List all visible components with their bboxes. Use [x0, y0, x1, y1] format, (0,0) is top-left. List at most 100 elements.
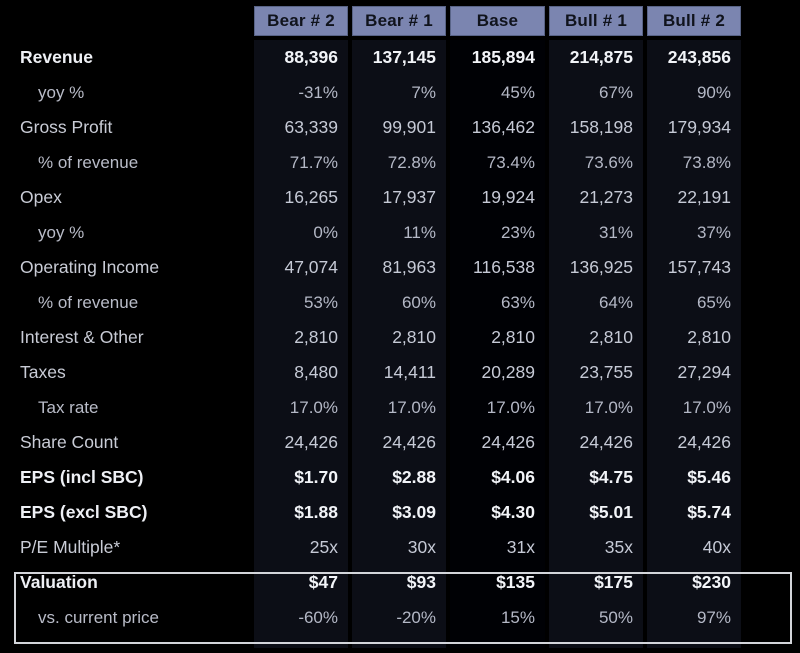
table-cell: 37% — [696, 222, 731, 242]
table-cell: 214,875 — [569, 47, 633, 67]
table-cell: 17,937 — [382, 187, 436, 207]
row-label: Tax rate — [38, 397, 99, 417]
table-cell: 73.8% — [682, 152, 731, 172]
table-cell: 50% — [598, 607, 633, 627]
table-cell: 73.4% — [486, 152, 535, 172]
table-cell: 22,191 — [677, 187, 731, 207]
table-cell: 136,925 — [569, 257, 633, 277]
table-cell: 24,426 — [284, 432, 338, 452]
row-label: % of revenue — [38, 152, 139, 172]
table-cell: 35x — [604, 537, 633, 557]
table-cell: 24,426 — [677, 432, 731, 452]
table-cell: 72.8% — [387, 152, 436, 172]
table-row: EPS (excl SBC) $1.88 $3.09 $4.30 $5.01 $5.74 — [0, 495, 800, 530]
table-cell: 20,289 — [481, 362, 535, 382]
table-cell: 17.0% — [387, 397, 436, 417]
column-header-1[interactable]: Bear # 1 — [352, 6, 446, 36]
table-cell: 158,198 — [569, 117, 633, 137]
table-cell: 116,538 — [473, 257, 535, 277]
table-cell: 185,894 — [471, 47, 535, 67]
table-cell: 65% — [696, 292, 731, 312]
row-label: Operating Income — [20, 257, 160, 277]
table-cell: $230 — [692, 572, 731, 592]
table-cell: $93 — [406, 572, 436, 592]
table-cell: $4.75 — [589, 467, 633, 487]
table-cell: 63,339 — [284, 117, 338, 137]
table-cell: -31% — [298, 82, 338, 102]
table-cell: 19,924 — [481, 187, 535, 207]
row-label: EPS (incl SBC) — [20, 467, 144, 487]
row-label: Gross Profit — [20, 117, 113, 137]
table-row: % of revenue 53% 60% 63% 64% 65% — [0, 285, 800, 320]
row-label: Opex — [20, 187, 62, 207]
table-cell: 16,265 — [284, 187, 338, 207]
valuation-table: Bear # 2 Bear # 1 Base Bull # 1 Bull # 2 Rev… — [0, 0, 800, 653]
column-header-3[interactable]: Bull # 1 — [549, 6, 643, 36]
table-cell: 88,396 — [284, 47, 338, 67]
table-cell: 0% — [313, 222, 338, 242]
table-row: yoy % 0% 11% 23% 31% 37% — [0, 215, 800, 250]
table-cell: 2,810 — [491, 327, 535, 347]
table-cell: 137,145 — [372, 47, 436, 67]
table-cell: 2,810 — [294, 327, 338, 347]
table-cell: 30x — [407, 537, 436, 557]
row-label: EPS (excl SBC) — [20, 502, 148, 522]
table-cell: -60% — [298, 607, 338, 627]
table-row: vs. current price -60% -20% 15% 50% 97% — [0, 600, 800, 635]
row-label: yoy % — [38, 222, 85, 242]
table-body: Revenue 88,396 137,145 185,894 214,875 243,85… — [0, 40, 800, 635]
row-label: vs. current price — [38, 607, 159, 627]
column-header-4[interactable]: Bull # 2 — [647, 6, 741, 36]
table-cell: 31x — [506, 537, 535, 557]
table-cell: 7% — [411, 82, 436, 102]
row-label: yoy % — [38, 82, 85, 102]
table-cell: 23% — [500, 222, 535, 242]
table-cell: -20% — [396, 607, 436, 627]
table-cell: 24,426 — [382, 432, 436, 452]
table-cell: 11% — [403, 222, 436, 242]
table-cell: $3.09 — [392, 502, 436, 522]
table-row: Tax rate 17.0% 17.0% 17.0% 17.0% 17.0% — [0, 390, 800, 425]
table-cell: $5.74 — [687, 502, 731, 522]
column-header-0[interactable]: Bear # 2 — [254, 6, 348, 36]
table-cell: 40x — [702, 537, 731, 557]
row-label: Interest & Other — [20, 327, 144, 347]
table-cell: 25x — [309, 537, 338, 557]
table-cell: 71.7% — [289, 152, 338, 172]
table-cell: 2,810 — [687, 327, 731, 347]
table-cell: 60% — [401, 292, 436, 312]
table-cell: $1.88 — [294, 502, 338, 522]
row-label: Share Count — [20, 432, 119, 452]
table-cell: 67% — [598, 82, 633, 102]
table-cell: 15% — [500, 607, 535, 627]
table-cell: 157,743 — [667, 257, 731, 277]
table-cell: 17.0% — [682, 397, 731, 417]
table-cell: 243,856 — [667, 47, 731, 67]
table-cell: $5.01 — [589, 502, 633, 522]
table-cell: $1.70 — [294, 467, 338, 487]
table-cell: 97% — [696, 607, 731, 627]
table-cell: 24,426 — [481, 432, 535, 452]
table-row: P/E Multiple* 25x 30x 31x 35x 40x — [0, 530, 800, 565]
table-cell: $4.06 — [491, 467, 535, 487]
table-cell: 136,462 — [471, 117, 535, 137]
table-row: yoy % -31% 7% 45% 67% 90% — [0, 75, 800, 110]
table-cell: 179,934 — [667, 117, 731, 137]
table-cell: 17.0% — [584, 397, 633, 417]
table-cell: $5.46 — [687, 467, 731, 487]
table-cell: 2,810 — [589, 327, 633, 347]
table-row: Opex 16,265 17,937 19,924 21,273 22,191 — [0, 180, 800, 215]
table-cell: 23,755 — [579, 362, 633, 382]
table-cell: 17.0% — [289, 397, 338, 417]
table-cell: 21,273 — [579, 187, 633, 207]
table-cell: 45% — [500, 82, 535, 102]
table-cell: $47 — [308, 572, 338, 592]
table-cell: 24,426 — [579, 432, 633, 452]
column-header-2[interactable]: Base — [450, 6, 545, 36]
table-cell: $175 — [594, 572, 633, 592]
row-label: Taxes — [20, 362, 66, 382]
table-cell: 14,411 — [383, 362, 436, 382]
table-row: Share Count 24,426 24,426 24,426 24,426 24,42… — [0, 425, 800, 460]
table-row: Gross Profit 63,339 99,901 136,462 158,198 17… — [0, 110, 800, 145]
table-header-row: Bear # 2 Bear # 1 Base Bull # 1 Bull # 2 — [0, 6, 800, 36]
